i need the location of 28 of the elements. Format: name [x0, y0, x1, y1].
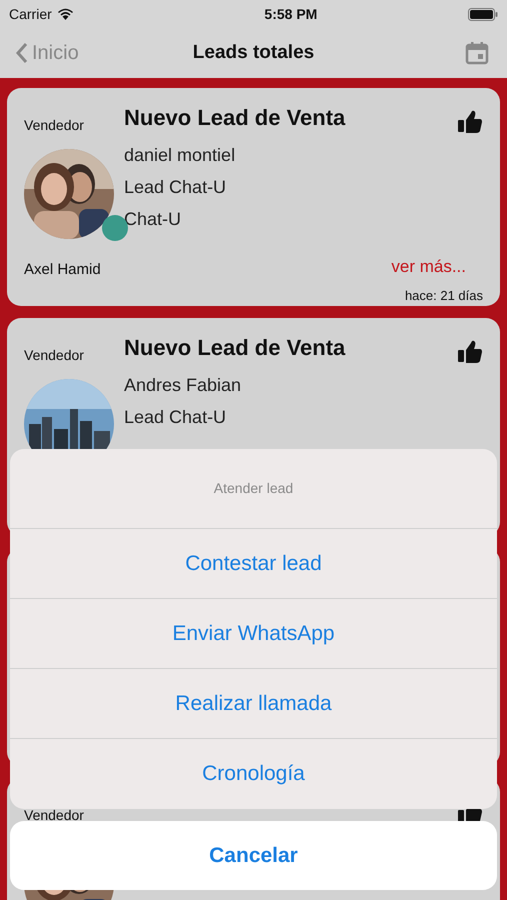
wifi-icon	[56, 8, 74, 20]
see-more-link[interactable]: ver más...	[391, 254, 466, 280]
thumbs-up-icon[interactable]	[457, 340, 483, 364]
lead-detail: Chat-U	[124, 208, 182, 230]
battery-icon	[468, 8, 498, 20]
time-ago: hace: 21 días	[404, 286, 483, 304]
clock: 5:58 PM	[264, 4, 318, 24]
sheet-action[interactable]: Cronología	[10, 739, 497, 809]
lead-detail: Andres Fabian	[124, 374, 242, 396]
sheet-action[interactable]: Realizar llamada	[10, 669, 497, 739]
lead-detail: Lead Chat-U	[124, 176, 228, 198]
thumbs-up-icon[interactable]	[457, 110, 483, 134]
page-title: Leads totales	[192, 40, 314, 65]
sheet-title: Atender lead	[10, 449, 497, 529]
lead-detail: daniel montiel	[124, 144, 236, 166]
seller-label: Vendedor	[24, 119, 84, 131]
sheet-action[interactable]: Enviar WhatsApp	[10, 599, 497, 669]
seller-name: Axel Hamid	[24, 260, 101, 280]
lead-title: Nuevo Lead de Venta	[124, 104, 346, 132]
carrier-label: Carrier	[9, 4, 52, 24]
seller-label: Vendedor	[24, 349, 84, 361]
lead-title: Nuevo Lead de Venta	[124, 334, 346, 362]
sheet-action[interactable]: Contestar lead	[10, 529, 497, 599]
back-button[interactable]: Inicio	[15, 38, 79, 68]
lead-card[interactable]: Vendedor Axel Hamid Nuevo Lead de Venta daniel montiel Lead Chat-U Chat-U ver más... hace: 21 días	[7, 88, 500, 306]
seller-label: Vendedor	[24, 809, 84, 821]
lead-detail: Lead Chat-U	[124, 406, 228, 428]
chevron-left-icon	[15, 42, 28, 64]
